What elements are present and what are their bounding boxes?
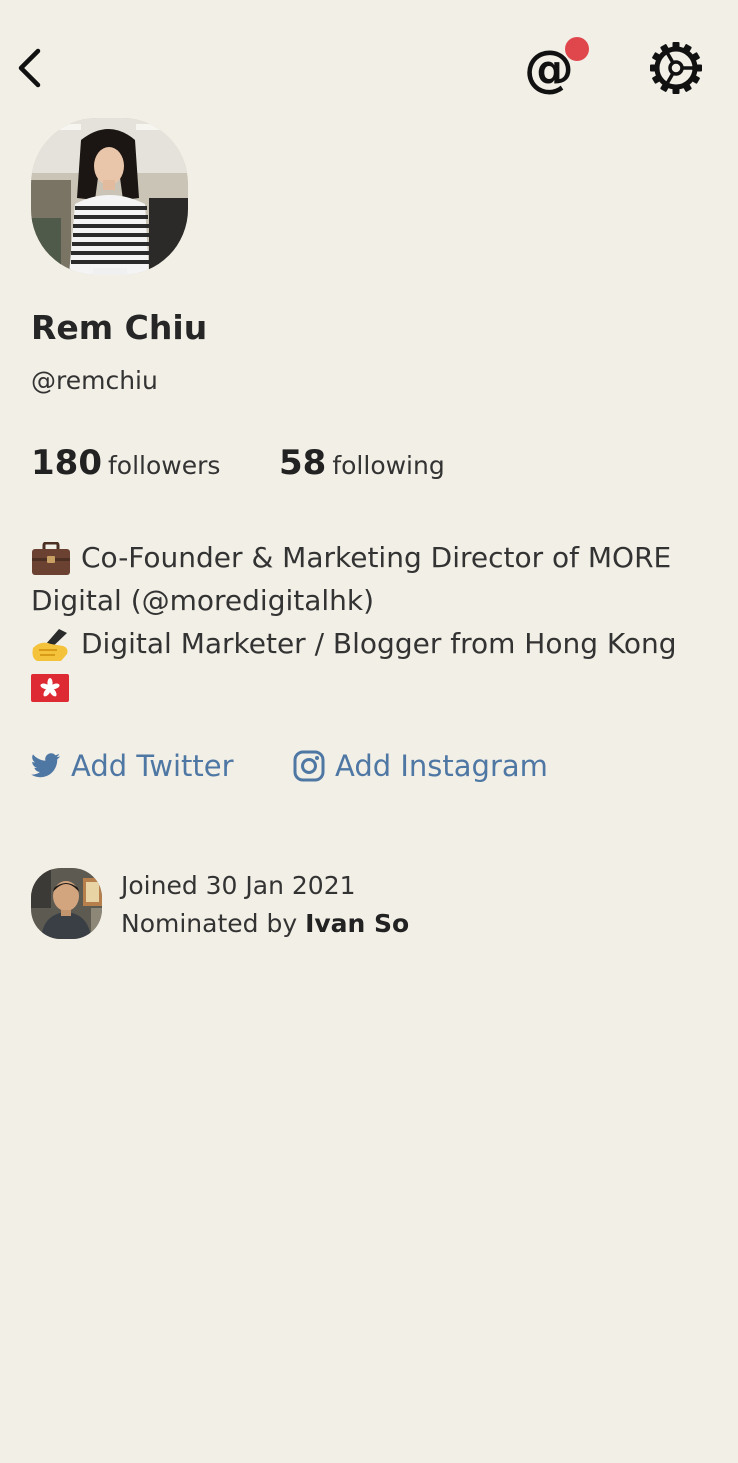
bio-line-1-text: Co-Founder & Marketing Director of MORE [81, 541, 672, 574]
profile-avatar[interactable] [31, 118, 188, 275]
profile-bio: Co-Founder & Marketing Director of MORE … [31, 536, 721, 708]
bio-line-3-text: Digital Marketer / Blogger from Hong Kon… [81, 627, 677, 660]
bio-line: Co-Founder & Marketing Director of MORE [31, 536, 721, 579]
profile-name: Rem Chiu [31, 308, 208, 347]
writing-hand-icon [32, 629, 68, 661]
add-twitter-label: Add Twitter [71, 749, 234, 783]
mentions-button[interactable]: @ [520, 32, 596, 100]
membership-info: Joined 30 Jan 2021 Nominated by Ivan So [121, 867, 409, 943]
gear-icon [650, 42, 702, 94]
bio-line-2-text: Digital (@moredigitalhk) [31, 584, 375, 617]
add-twitter-button[interactable]: Add Twitter [31, 746, 234, 786]
briefcase-icon [32, 542, 70, 575]
add-instagram-button[interactable]: Add Instagram [293, 746, 548, 786]
following-label: following [332, 451, 445, 480]
following-stat[interactable]: 58 following [279, 443, 445, 483]
bio-line: Digital Marketer / Blogger from Hong Kon… [31, 622, 721, 665]
nominated-prefix: Nominated by [121, 909, 298, 938]
profile-photo [31, 118, 188, 275]
top-bar: @ [0, 0, 738, 120]
nominator-avatar[interactable] [31, 868, 102, 939]
nominator-name-link[interactable]: Ivan So [305, 909, 409, 938]
followers-label: followers [107, 451, 221, 480]
add-instagram-label: Add Instagram [335, 749, 548, 783]
following-count: 58 [279, 443, 327, 483]
bio-line: Digital (@moredigitalhk) [31, 579, 721, 622]
bio-line [31, 665, 721, 708]
followers-count: 180 [31, 443, 102, 483]
notification-badge [565, 37, 589, 61]
profile-handle: @remchiu [31, 366, 158, 395]
joined-date: Joined 30 Jan 2021 [121, 871, 356, 900]
back-button[interactable] [8, 40, 52, 96]
hong-kong-flag-icon [31, 674, 69, 702]
twitter-icon [31, 753, 60, 778]
nominated-by: Nominated by Ivan So [121, 905, 409, 943]
nominator-photo [31, 868, 102, 939]
settings-button[interactable] [646, 38, 706, 98]
followers-stat[interactable]: 180 followers [31, 443, 220, 483]
chevron-left-icon [18, 48, 41, 88]
instagram-icon [293, 750, 325, 782]
